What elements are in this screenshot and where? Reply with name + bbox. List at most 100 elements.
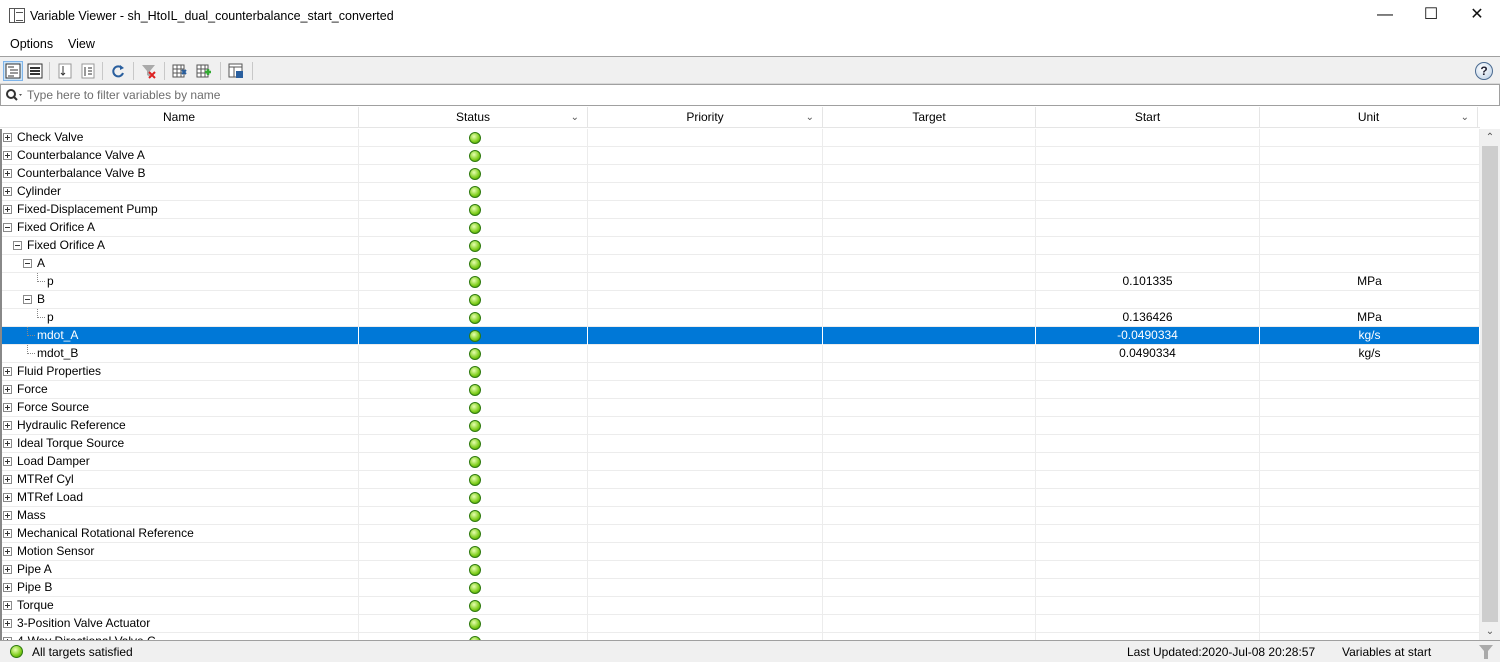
start-cell[interactable]	[1036, 633, 1260, 640]
priority-cell[interactable]	[588, 237, 823, 255]
table-row[interactable]: Load Damper	[2, 453, 1480, 471]
target-cell[interactable]	[823, 435, 1036, 453]
expand-icon[interactable]	[3, 601, 12, 610]
collapse-icon[interactable]	[3, 223, 12, 232]
table-row[interactable]: Ideal Torque Source	[2, 435, 1480, 453]
table-row[interactable]: Mechanical Rotational Reference	[2, 525, 1480, 543]
column-start[interactable]: Start	[1036, 107, 1260, 128]
expand-icon[interactable]	[3, 457, 12, 466]
column-unit[interactable]: Unit ⌄	[1260, 107, 1478, 128]
collapse-icon[interactable]	[13, 241, 22, 250]
target-cell[interactable]	[823, 597, 1036, 615]
table-row[interactable]: Force	[2, 381, 1480, 399]
filter-icon[interactable]	[1478, 644, 1494, 660]
flat-view-button[interactable]	[25, 61, 45, 81]
priority-cell[interactable]	[588, 129, 823, 147]
scrollbar-thumb[interactable]	[1482, 146, 1498, 622]
priority-cell[interactable]	[588, 363, 823, 381]
collapse-icon[interactable]	[23, 259, 32, 268]
menu-view[interactable]: View	[68, 37, 95, 51]
chevron-down-icon[interactable]: ⌄	[806, 107, 814, 128]
filter-input[interactable]	[27, 87, 1427, 103]
table-row[interactable]: MTRef Cyl	[2, 471, 1480, 489]
target-cell[interactable]	[823, 147, 1036, 165]
target-cell[interactable]	[823, 525, 1036, 543]
priority-cell[interactable]	[588, 471, 823, 489]
priority-cell[interactable]	[588, 381, 823, 399]
target-cell[interactable]	[823, 363, 1036, 381]
start-cell[interactable]	[1036, 435, 1260, 453]
expand-icon[interactable]	[3, 547, 12, 556]
priority-cell[interactable]	[588, 507, 823, 525]
priority-cell[interactable]	[588, 219, 823, 237]
expand-icon[interactable]	[3, 151, 12, 160]
target-cell[interactable]	[823, 579, 1036, 597]
start-cell[interactable]	[1036, 147, 1260, 165]
priority-cell[interactable]	[588, 201, 823, 219]
start-cell[interactable]	[1036, 399, 1260, 417]
column-target[interactable]: Target	[823, 107, 1036, 128]
table-row[interactable]: mdot_B 0.0490334 kg/s	[2, 345, 1480, 363]
start-cell[interactable]	[1036, 507, 1260, 525]
priority-cell[interactable]	[588, 147, 823, 165]
table-row[interactable]: Check Valve	[2, 129, 1480, 147]
priority-cell[interactable]	[588, 345, 823, 363]
expand-icon[interactable]	[3, 511, 12, 520]
target-cell[interactable]	[823, 237, 1036, 255]
close-button[interactable]: ✕	[1454, 0, 1500, 32]
priority-cell[interactable]	[588, 399, 823, 417]
scroll-down-icon[interactable]: ⌄	[1480, 623, 1500, 640]
target-cell[interactable]	[823, 615, 1036, 633]
table-row[interactable]: A	[2, 255, 1480, 273]
table-row[interactable]: Cylinder	[2, 183, 1480, 201]
minimize-button[interactable]: —	[1362, 0, 1408, 32]
table-row[interactable]: Counterbalance Valve A	[2, 147, 1480, 165]
table-row[interactable]: 4-Way Directional Valve C	[2, 633, 1480, 640]
target-cell[interactable]	[823, 129, 1036, 147]
chevron-down-icon[interactable]: ⌄	[1461, 107, 1469, 128]
target-cell[interactable]	[823, 165, 1036, 183]
table-row[interactable]: Mass	[2, 507, 1480, 525]
target-cell[interactable]	[823, 399, 1036, 417]
target-cell[interactable]	[823, 327, 1036, 345]
target-cell[interactable]	[823, 381, 1036, 399]
sort-button[interactable]	[55, 61, 75, 81]
table-row[interactable]: Hydraulic Reference	[2, 417, 1480, 435]
target-cell[interactable]	[823, 633, 1036, 640]
start-cell[interactable]	[1036, 471, 1260, 489]
column-status[interactable]: Status ⌄	[359, 107, 588, 128]
target-cell[interactable]	[823, 543, 1036, 561]
start-cell[interactable]	[1036, 165, 1260, 183]
start-cell[interactable]	[1036, 237, 1260, 255]
table-row[interactable]: MTRef Load	[2, 489, 1480, 507]
target-cell[interactable]	[823, 453, 1036, 471]
expand-icon[interactable]	[3, 529, 12, 538]
expand-icon[interactable]	[3, 187, 12, 196]
priority-cell[interactable]	[588, 597, 823, 615]
target-cell[interactable]	[823, 201, 1036, 219]
table-row[interactable]: Pipe A	[2, 561, 1480, 579]
table-row[interactable]: Fluid Properties	[2, 363, 1480, 381]
priority-cell[interactable]	[588, 543, 823, 561]
expand-icon[interactable]	[3, 583, 12, 592]
vertical-scrollbar[interactable]: ⌃ ⌄	[1480, 129, 1500, 640]
priority-cell[interactable]	[588, 183, 823, 201]
start-cell[interactable]	[1036, 489, 1260, 507]
maximize-button[interactable]: ☐	[1408, 0, 1454, 32]
target-cell[interactable]	[823, 489, 1036, 507]
expand-icon[interactable]	[3, 421, 12, 430]
start-cell[interactable]	[1036, 453, 1260, 471]
start-cell[interactable]: -0.0490334	[1036, 327, 1260, 345]
priority-cell[interactable]	[588, 255, 823, 273]
list-sort-button[interactable]	[78, 61, 98, 81]
table-row[interactable]: p 0.101335 MPa	[2, 273, 1480, 291]
target-cell[interactable]	[823, 273, 1036, 291]
start-cell[interactable]	[1036, 129, 1260, 147]
expand-icon[interactable]	[3, 367, 12, 376]
expand-icon[interactable]	[3, 403, 12, 412]
target-cell[interactable]	[823, 219, 1036, 237]
priority-cell[interactable]	[588, 489, 823, 507]
priority-cell[interactable]	[588, 561, 823, 579]
priority-cell[interactable]	[588, 525, 823, 543]
start-cell[interactable]	[1036, 291, 1260, 309]
